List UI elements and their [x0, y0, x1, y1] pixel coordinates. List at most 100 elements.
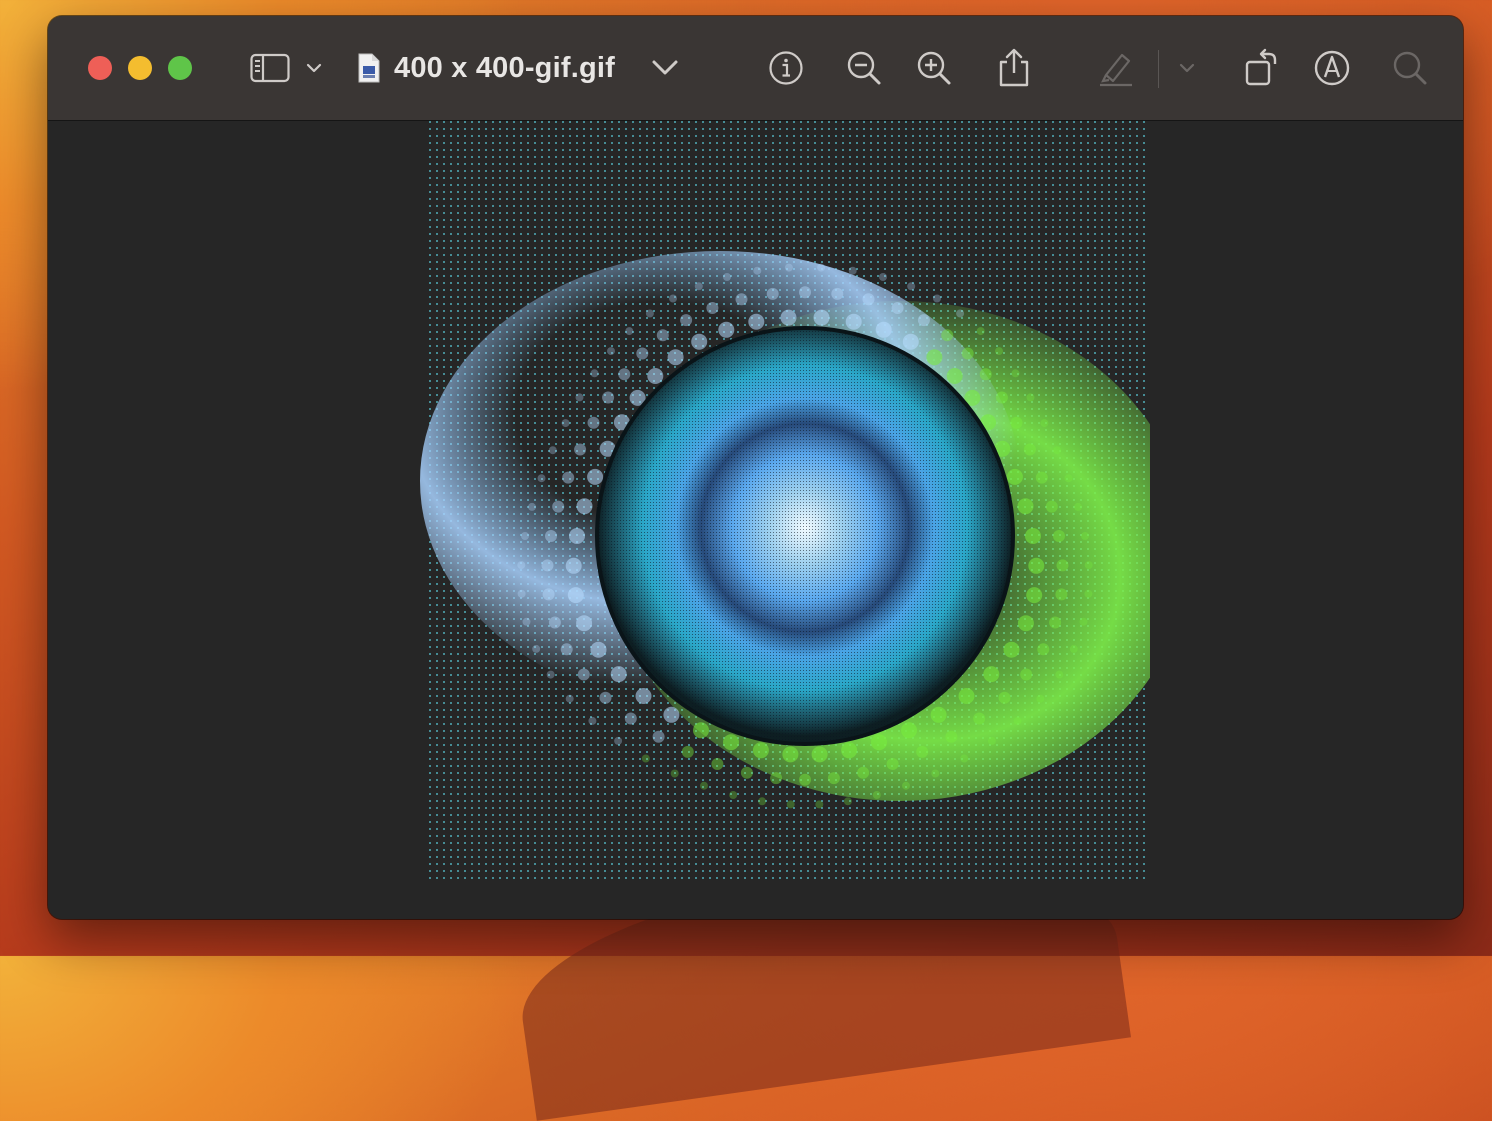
- bead: [574, 443, 587, 456]
- title-menu-button[interactable]: [650, 46, 680, 90]
- bead: [875, 321, 892, 338]
- bead: [1035, 471, 1048, 484]
- toolbar: 400 x 400-gif.gif: [48, 16, 1463, 121]
- bead: [735, 293, 748, 306]
- bead: [886, 758, 899, 770]
- bead: [841, 742, 858, 759]
- document-title[interactable]: 400 x 400-gif.gif: [394, 46, 615, 90]
- bead: [1055, 670, 1064, 679]
- bead: [983, 666, 1000, 683]
- search-button[interactable]: [1390, 46, 1430, 90]
- bead: [931, 769, 940, 778]
- bead: [528, 502, 536, 511]
- bead: [652, 730, 665, 743]
- bead: [1023, 443, 1036, 456]
- bead: [752, 742, 769, 759]
- bead: [998, 691, 1011, 704]
- document-proxy-icon[interactable]: [356, 46, 382, 90]
- bead: [786, 800, 795, 809]
- bead: [576, 498, 593, 515]
- zoom-in-button[interactable]: [914, 46, 954, 90]
- bead: [799, 773, 811, 786]
- bead: [862, 293, 875, 306]
- bead: [618, 368, 631, 381]
- bead: [548, 616, 561, 629]
- bead: [641, 754, 650, 763]
- bead: [625, 327, 634, 336]
- highlight-menu-button[interactable]: [1176, 46, 1198, 90]
- bead: [576, 615, 593, 632]
- bead: [961, 347, 974, 360]
- bead: [670, 769, 679, 778]
- bead: [723, 734, 739, 751]
- sidebar-menu-button[interactable]: [304, 46, 324, 90]
- bead: [663, 706, 680, 723]
- bead: [711, 758, 724, 770]
- bead: [758, 797, 767, 806]
- bead: [995, 347, 1003, 356]
- bead: [1049, 616, 1062, 629]
- bead: [565, 694, 574, 703]
- sidebar-toggle-button[interactable]: [248, 46, 292, 90]
- bead: [976, 327, 985, 336]
- bead: [565, 557, 582, 574]
- bead: [843, 797, 852, 806]
- chevron-down-icon: [651, 59, 679, 77]
- bead: [815, 800, 824, 809]
- bead: [1084, 561, 1093, 570]
- bead: [669, 294, 677, 303]
- bead: [562, 471, 575, 484]
- bead: [871, 734, 887, 751]
- bead: [1037, 643, 1050, 656]
- gif-image: [380, 121, 1150, 901]
- info-icon: [768, 50, 804, 86]
- bead: [1081, 532, 1089, 540]
- bead: [902, 333, 919, 350]
- bead: [845, 313, 862, 330]
- bead: [587, 468, 604, 485]
- bead: [945, 730, 958, 743]
- info-button[interactable]: [766, 46, 806, 90]
- bead: [891, 302, 904, 314]
- document-viewer[interactable]: [48, 121, 1463, 919]
- bead: [1017, 615, 1034, 632]
- bead: [548, 446, 557, 455]
- bead: [782, 746, 799, 763]
- bead: [1055, 588, 1068, 601]
- bead: [930, 706, 947, 723]
- bead: [691, 333, 708, 350]
- bead: [575, 393, 584, 402]
- markup-button[interactable]: [1312, 46, 1352, 90]
- bead: [587, 416, 600, 429]
- zoom-out-button[interactable]: [844, 46, 884, 90]
- close-button[interactable]: [88, 56, 112, 80]
- bead: [614, 736, 623, 745]
- bead: [958, 688, 975, 704]
- bead: [917, 314, 930, 327]
- bead: [521, 532, 529, 540]
- bead: [569, 528, 585, 544]
- share-icon: [997, 48, 1031, 88]
- rotate-icon: [1243, 48, 1281, 88]
- bead: [827, 772, 840, 785]
- bead: [1040, 419, 1049, 428]
- minimize-button[interactable]: [128, 56, 152, 80]
- zoom-button[interactable]: [168, 56, 192, 80]
- share-button[interactable]: [994, 46, 1034, 90]
- bead: [517, 589, 526, 598]
- bead: [706, 302, 719, 314]
- bead: [610, 666, 627, 683]
- rotate-button[interactable]: [1242, 46, 1282, 90]
- zoom-in-icon: [916, 50, 952, 86]
- bead: [1064, 474, 1073, 483]
- bead: [811, 746, 828, 763]
- highlight-button[interactable]: [1096, 46, 1136, 90]
- bead: [681, 745, 694, 758]
- bead: [1026, 393, 1035, 402]
- bead: [636, 347, 649, 360]
- bead: [1010, 416, 1023, 429]
- preview-window: 400 x 400-gif.gif: [48, 16, 1463, 919]
- bead: [848, 266, 857, 275]
- bead: [567, 587, 584, 604]
- bead: [624, 712, 637, 725]
